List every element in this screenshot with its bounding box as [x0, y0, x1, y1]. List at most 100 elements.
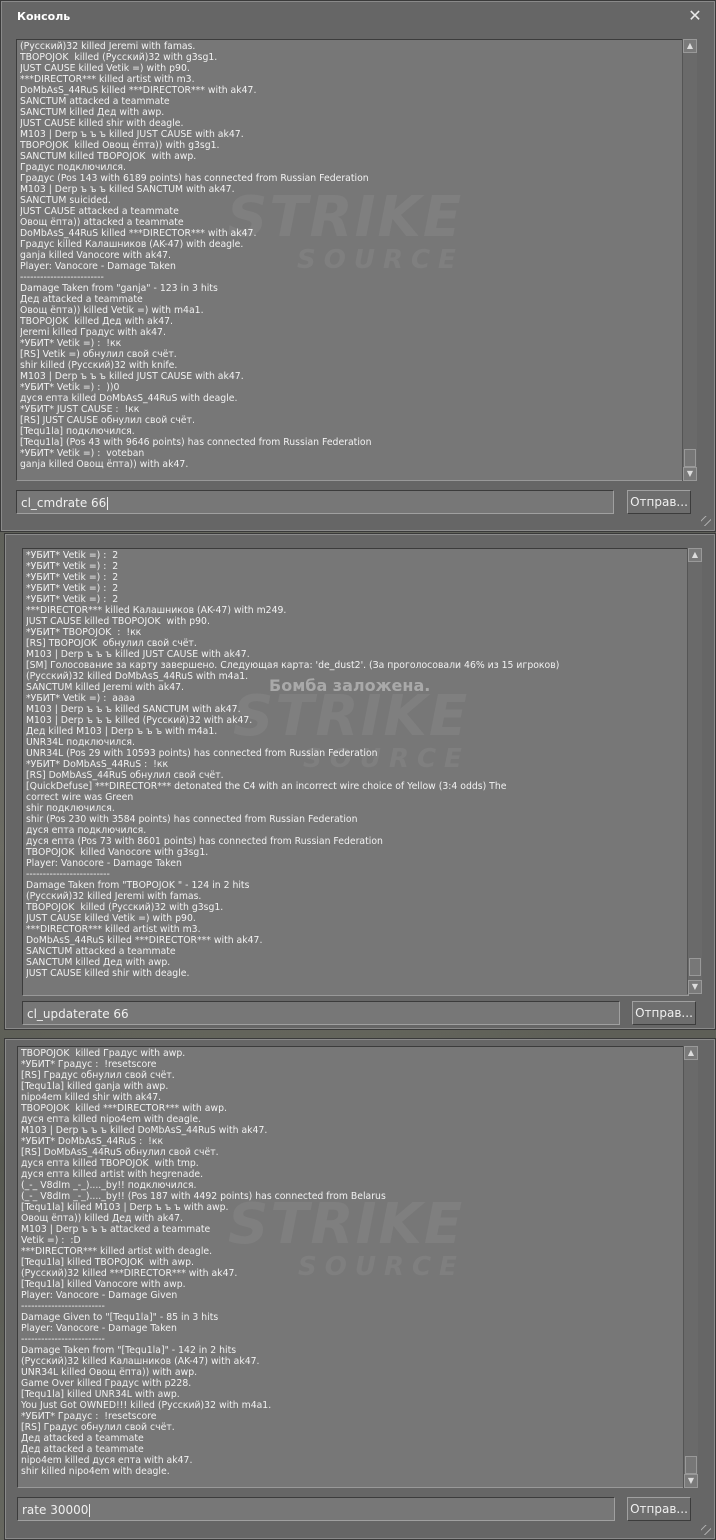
console-line: SANCTUM killed ТВОРОJOK with awp.: [20, 151, 197, 162]
console-line: M103 | Derp ъ ъ ъ killed JUST CAUSE with…: [26, 649, 250, 660]
console-line: Damage Taken from "ganja" - 123 in 3 hit…: [20, 283, 218, 294]
console-line: [Tequ1la] подключился.: [20, 426, 135, 437]
console-window-2: ▲ STRIKE SOURCE *УБИТ* Vetik =) : 2*УБИТ…: [4, 533, 716, 1030]
console-line: UNR34L (Pos 29 with 10593 points) has co…: [26, 748, 378, 759]
console-line: nipo4em killed дуся епта with ak47.: [21, 1455, 193, 1466]
console-line: M103 | Derp ъ ъ ъ killed (Русский)32 wit…: [26, 715, 253, 726]
console-line: ТВОРОJOK killed (Русский)32 with g3sg1.: [26, 902, 224, 913]
console-line: M103 | Derp ъ ъ ъ attacked a teammate: [21, 1224, 211, 1235]
console-line: [RS] Градус обнулил свой счёт.: [21, 1422, 175, 1433]
console-line: M103 | Derp ъ ъ ъ killed JUST CAUSE with…: [20, 129, 244, 140]
console-line: ***DIRECTOR*** killed artist with m3.: [26, 924, 201, 935]
scroll-thumb[interactable]: [684, 449, 696, 467]
send-button[interactable]: Отправ...: [627, 490, 691, 514]
console-line: дуся епта killed nipo4em with deagle.: [21, 1114, 202, 1125]
send-button[interactable]: Отправ...: [632, 1001, 696, 1025]
console-line: shir (Pos 230 with 3584 points) has conn…: [26, 814, 358, 825]
console-line: JUST CAUSE killed Vetik =) with p90.: [26, 913, 196, 924]
console-line: (Русский)32 killed ***DIRECTOR*** with a…: [21, 1268, 238, 1279]
console-line: Градус (Pos 143 with 6189 points) has co…: [20, 173, 369, 184]
console-line: (Русский)32 killed Jeremi with famas.: [26, 891, 202, 902]
console-line: JUST CAUSE attacked a teammate: [20, 206, 179, 217]
title-bar[interactable]: Консоль ✕: [1, 1, 715, 33]
send-button[interactable]: Отправ...: [627, 1497, 691, 1521]
console-line: -------------------------: [20, 272, 104, 283]
console-line: JUST CAUSE killed shir with deagle.: [26, 968, 190, 979]
console-line: Градус подключился.: [20, 162, 126, 173]
console-line: -------------------------: [21, 1334, 105, 1345]
console-line: *УБИТ* DoMbAsS_44RuS : !кк: [21, 1136, 164, 1147]
scrollbar[interactable]: ▲ ▼: [687, 548, 702, 994]
console-line: [RS] DoMbAsS_44RuS обнулил свой счёт.: [26, 770, 224, 781]
console-line: Градус killed Калашников (AK-47) with de…: [20, 239, 244, 250]
scrollbar[interactable]: ▲ ▼: [682, 39, 697, 481]
console-line: *УБИТ* Vetik =) : 2: [26, 594, 119, 605]
console-log: *УБИТ* Vetik =) : 2 *УБИТ* Vetik =) : 2 *У…: [26, 550, 685, 979]
console-line: M103 | Derp ъ ъ ъ killed SANCTUM with ak…: [26, 704, 241, 715]
console-line: [Tequ1la] killed ТВОРОJOK with awp.: [21, 1257, 194, 1268]
console-line: [Tequ1la] killed UNR34L with awp.: [21, 1389, 180, 1400]
console-line: [Tequ1la] killed M103 | Derp ъ ъ ъ with …: [21, 1202, 229, 1213]
console-line: ТВОРОJOK killed Градус with awp.: [21, 1048, 186, 1059]
console-line: (Русский)32 killed Jeremi with famas.: [20, 41, 196, 52]
close-icon[interactable]: ✕: [687, 8, 703, 25]
console-line: Vetik =) : :D: [21, 1235, 81, 1246]
console-line: Дед attacked a teammate: [20, 294, 143, 305]
resize-grip-icon[interactable]: [701, 516, 711, 526]
console-line: [QuickDefuse] ***DIRECTOR*** detonated t…: [26, 781, 507, 792]
console-line: DoMbAsS_44RuS killed ***DIRECTOR*** with…: [20, 85, 257, 96]
console-line: *УБИТ* JUST CAUSE : !кк: [20, 404, 140, 415]
console-line: Дед killed M103 | Derp ъ ъ ъ with m4a1.: [26, 726, 218, 737]
scroll-down-icon[interactable]: ▼: [683, 467, 697, 481]
command-input-value: cl_cmdrate 66: [21, 496, 107, 510]
console-line: Овощ ёпта)) killed Дед with ak47.: [21, 1213, 183, 1224]
scrollbar[interactable]: ▲ ▼: [683, 1046, 698, 1488]
console-line: -------------------------: [26, 869, 110, 880]
resize-grip-icon[interactable]: [701, 1525, 711, 1535]
console-line: DoMbAsS_44RuS killed ***DIRECTOR*** with…: [20, 228, 257, 239]
console-line: дуся епта killed DoMbAsS_44RuS with deag…: [20, 393, 238, 404]
console-line: [RS] Vetik =) обнулил свой счёт.: [20, 349, 177, 360]
console-line: JUST CAUSE killed Vetik =) with p90.: [20, 63, 190, 74]
command-input[interactable]: rate 30000: [17, 1497, 615, 1521]
console-window-3: STRIKE SOURCE ТВОРОJOK killed Градус wit…: [4, 1038, 716, 1540]
console-line: *УБИТ* Градус : !resetscore: [21, 1059, 157, 1070]
console-line: Овощ ёпта)) attacked a teammate: [20, 217, 184, 228]
console-window-1: Консоль ✕ STRIKE SOURCE (Русский)32 kill…: [0, 0, 716, 532]
console-line: *УБИТ* Градус : !resetscore: [21, 1411, 157, 1422]
console-line: M103 | Derp ъ ъ ъ killed JUST CAUSE with…: [20, 371, 244, 382]
scroll-up-icon[interactable]: ▲: [683, 39, 697, 53]
scroll-up-icon[interactable]: ▲: [684, 1046, 698, 1060]
console-line: Player: Vanocore - Damage Given: [21, 1290, 178, 1301]
console-line: ganja killed Овощ ёпта)) with ak47.: [20, 459, 189, 470]
console-line: [Tequ1la] killed ganja with awp.: [21, 1081, 169, 1092]
console-line: Player: Vanocore - Damage Taken: [26, 858, 182, 869]
console-line: Damage Given to "[Tequ1la]" - 85 in 3 hi…: [21, 1312, 219, 1323]
console-line: Game Over killed Градус with p228.: [21, 1378, 192, 1389]
console-line: DoMbAsS_44RuS killed ***DIRECTOR*** with…: [26, 935, 263, 946]
scroll-down-icon[interactable]: ▼: [684, 1474, 698, 1488]
console-line: SANCTUM attacked a teammate: [20, 96, 170, 107]
console-line: ***DIRECTOR*** killed artist with m3.: [20, 74, 195, 85]
scroll-thumb[interactable]: [689, 958, 701, 976]
console-line: [SM] Голосование за карту завершено. Сле…: [26, 660, 560, 671]
scroll-down-icon[interactable]: ▼: [688, 980, 702, 994]
console-line: shir killed nipo4em with deagle.: [21, 1466, 170, 1477]
console-line: JUST CAUSE killed shir with deagle.: [20, 118, 184, 129]
command-input[interactable]: cl_updaterate 66: [22, 1001, 620, 1025]
console-line: дуся епта (Pos 73 with 8601 points) has …: [26, 836, 383, 847]
console-line: [RS] DoMbAsS_44RuS обнулил свой счёт.: [21, 1147, 219, 1158]
console-line: ТВОРОJOK killed Овощ ёпта)) with g3sg1.: [20, 140, 220, 151]
console-line: [RS] Градус обнулил свой счёт.: [21, 1070, 175, 1081]
scroll-thumb[interactable]: [685, 1456, 697, 1474]
console-line: *УБИТ* ТВОРОJOK : !кк: [26, 627, 142, 638]
command-input[interactable]: cl_cmdrate 66: [16, 490, 614, 514]
scroll-up-icon[interactable]: ▲: [688, 548, 702, 562]
console-line: ТВОРОJOK killed (Русский)32 with g3sg1.: [20, 52, 218, 63]
console-line: Jeremi killed Градус with ak47.: [20, 327, 166, 338]
console-line: (_-_ V8dIm _-_)...._by!! подключился.: [21, 1180, 197, 1191]
console-line: correct wire was Green: [26, 792, 134, 803]
console-line: дуся епта killed artist with hegrenade.: [21, 1169, 204, 1180]
console-line: *УБИТ* Vetik =) : 2: [26, 550, 119, 561]
console-log: ТВОРОJOK killed Градус with awp. *УБИТ* Г…: [21, 1048, 680, 1477]
